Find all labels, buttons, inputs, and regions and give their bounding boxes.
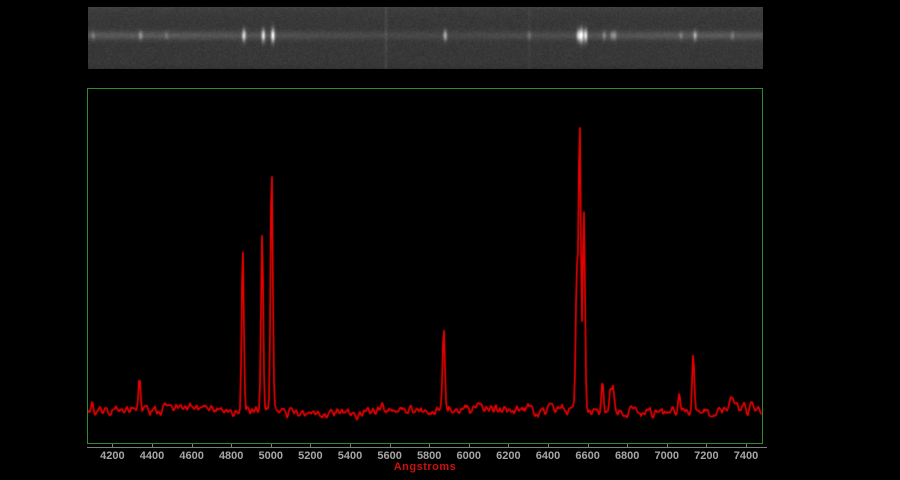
- x-axis-tick: [191, 444, 193, 448]
- x-axis-tick: [508, 444, 510, 448]
- x-axis-tick: [152, 444, 153, 448]
- x-axis-tick: [746, 444, 747, 448]
- x-axis-tick: [666, 444, 668, 448]
- x-axis-line: [87, 447, 767, 448]
- x-axis-tick: [112, 444, 114, 448]
- app-window: 4200 4400 4600 4800 5000 5200 5400 5600 5800 6000…: [0, 0, 900, 480]
- x-axis-tick: [548, 444, 549, 448]
- x-axis-tick: [706, 444, 708, 448]
- spectrum-2d-strip[interactable]: [88, 7, 763, 69]
- x-axis-tick: [270, 444, 272, 448]
- x-axis-tick: [627, 444, 629, 448]
- x-axis-tick: [429, 444, 431, 448]
- x-axis-tick: [389, 444, 391, 448]
- spectrum-plot-frame: [87, 88, 763, 444]
- x-axis-tick: [350, 444, 351, 448]
- x-axis-tick: [231, 444, 233, 448]
- x-axis-tick: [587, 444, 589, 448]
- x-axis-tick: [310, 444, 312, 448]
- x-axis-tick: [468, 444, 470, 448]
- spectrum-plot[interactable]: [88, 89, 762, 443]
- x-axis-title: Angstroms: [393, 461, 457, 473]
